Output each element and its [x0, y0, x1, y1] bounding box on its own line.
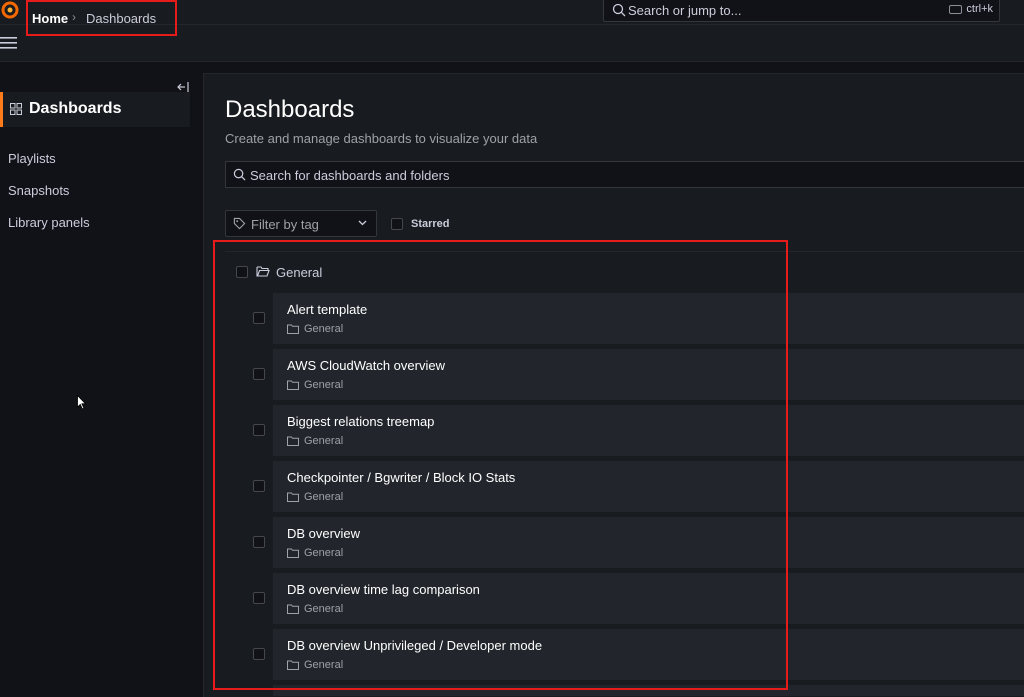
dashboard-search-placeholder: Search for dashboards and folders — [250, 168, 450, 183]
active-indicator — [0, 92, 3, 127]
starred-checkbox[interactable] — [391, 218, 403, 230]
tag-filter-label: Filter by tag — [251, 217, 319, 232]
search-icon — [233, 168, 246, 181]
mouse-cursor-icon — [77, 395, 87, 410]
shortcut-label: ctrl+k — [966, 3, 993, 15]
tag-filter-select[interactable]: Filter by tag — [225, 210, 377, 237]
starred-label: Starred — [411, 218, 450, 230]
grafana-logo-icon[interactable] — [0, 0, 20, 20]
menu-icon[interactable] — [0, 37, 17, 49]
list-highlight — [213, 240, 788, 690]
breadcrumb-home[interactable]: Home — [32, 11, 68, 26]
sidebar-item-snapshots[interactable]: Snapshots — [8, 183, 69, 198]
apps-grid-icon — [10, 103, 22, 115]
breadcrumb-separator: › — [72, 10, 76, 24]
dashboard-search-input[interactable]: Search for dashboards and folders — [225, 161, 1024, 188]
page-title: Dashboards — [225, 96, 355, 123]
breadcrumb-current: Dashboards — [86, 11, 157, 26]
sidebar-item-playlists[interactable]: Playlists — [8, 151, 56, 166]
sidebar-item-library-panels[interactable]: Library panels — [8, 215, 90, 230]
global-search-placeholder: Search or jump to... — [628, 3, 742, 18]
global-search-input[interactable]: Search or jump to... ctrl+k — [603, 0, 1000, 22]
chevron-down-icon — [358, 220, 367, 226]
page-subtitle: Create and manage dashboards to visualiz… — [225, 131, 538, 146]
shortcut-hint: ctrl+k — [949, 3, 993, 15]
search-icon — [612, 3, 626, 17]
sidebar-active-label: Dashboards — [29, 100, 122, 117]
tag-icon — [233, 217, 246, 230]
keyboard-icon — [949, 4, 963, 14]
